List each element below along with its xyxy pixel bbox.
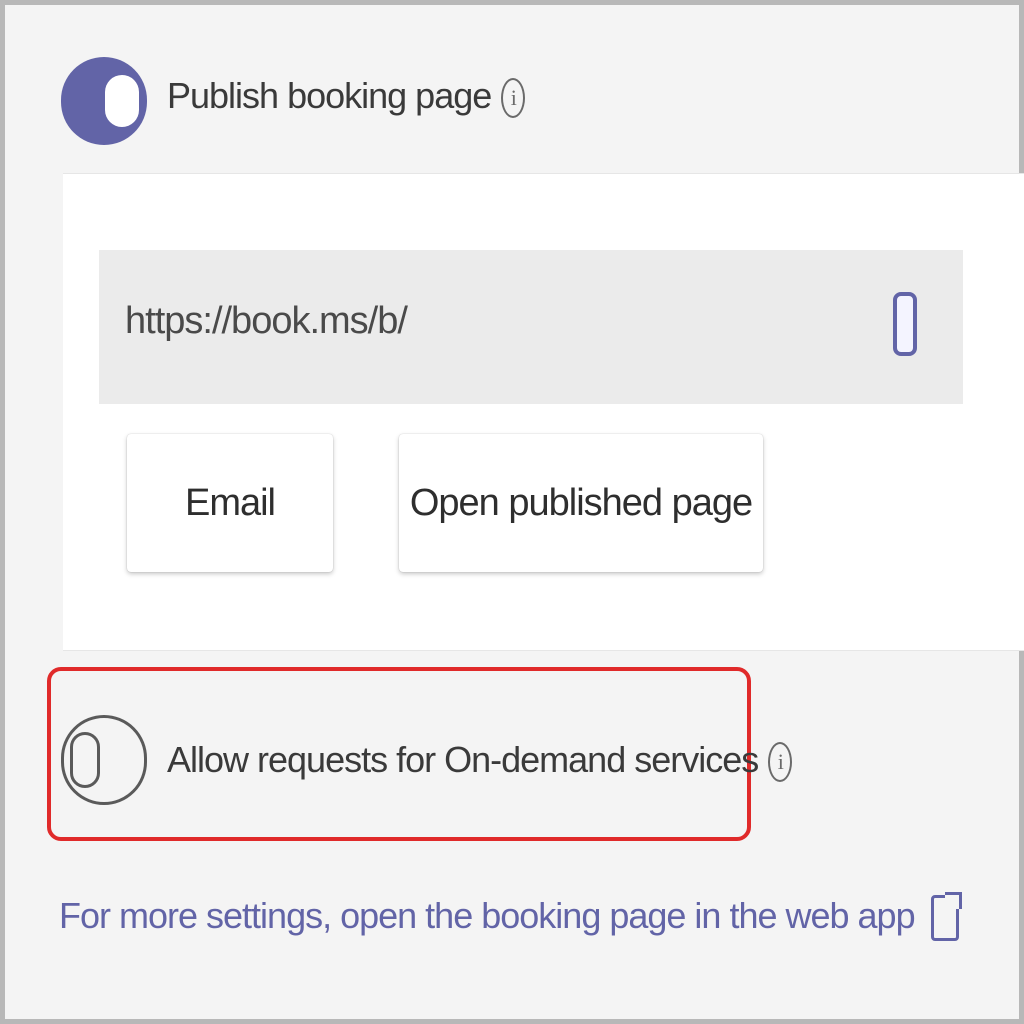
email-button[interactable]: Email <box>127 434 333 572</box>
web-app-settings-link[interactable]: For more settings, open the booking page… <box>59 892 962 942</box>
external-link-icon <box>930 892 962 942</box>
booking-url-text: https://book.ms/b/ <box>125 300 408 342</box>
ondemand-requests-toggle[interactable] <box>61 715 147 805</box>
publish-booking-text: Publish booking page <box>167 75 492 116</box>
publish-booking-toggle[interactable] <box>61 57 147 145</box>
booking-page-card: https://book.ms/b/ Email Open published … <box>63 173 1024 651</box>
toggle-knob <box>70 732 100 788</box>
settings-panel: Publish booking page i https://book.ms/b/… <box>0 0 1024 1024</box>
toggle-knob <box>105 75 139 127</box>
copy-icon[interactable] <box>893 292 917 356</box>
web-app-settings-text: For more settings, open the booking page… <box>59 895 916 936</box>
info-icon[interactable]: i <box>501 78 526 119</box>
open-published-page-button[interactable]: Open published page <box>399 434 763 572</box>
info-icon[interactable]: i <box>768 742 793 783</box>
ondemand-requests-text: Allow requests for On-demand services <box>167 739 759 780</box>
publish-booking-label: Publish booking page i <box>167 75 526 119</box>
ondemand-requests-label: Allow requests for On-demand services i <box>167 739 793 783</box>
booking-url-field[interactable]: https://book.ms/b/ <box>99 250 963 404</box>
